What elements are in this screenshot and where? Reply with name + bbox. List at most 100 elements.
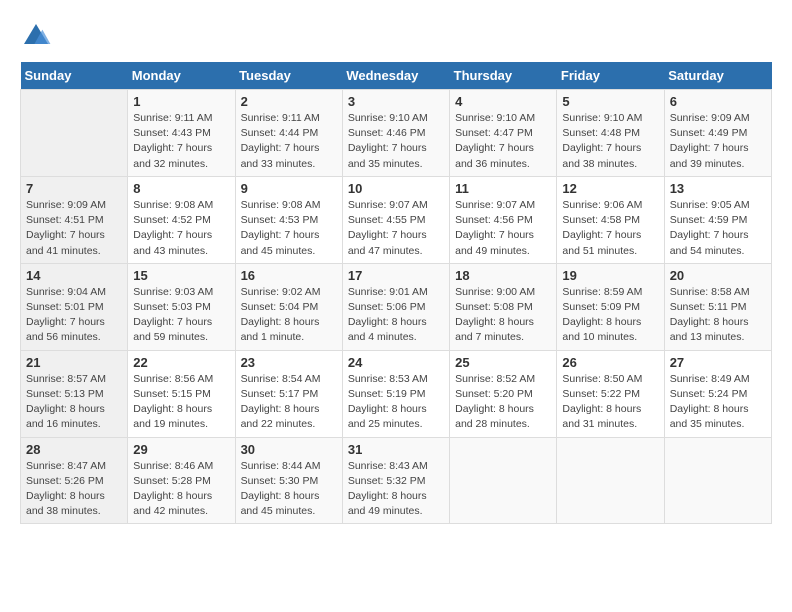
day-info: Sunrise: 9:02 AMSunset: 5:04 PMDaylight:…	[241, 285, 337, 346]
day-info: Sunrise: 9:07 AMSunset: 4:56 PMDaylight:…	[455, 198, 551, 259]
day-info: Sunrise: 8:59 AMSunset: 5:09 PMDaylight:…	[562, 285, 658, 346]
calendar-cell: 3 Sunrise: 9:10 AMSunset: 4:46 PMDaylight…	[342, 90, 449, 177]
calendar-cell: 28Sunrise: 8:47 AMSunset: 5:26 PMDayligh…	[21, 437, 128, 524]
day-number: 4	[455, 94, 551, 109]
week-row-1: 1 Sunrise: 9:11 AMSunset: 4:43 PMDaylight…	[21, 90, 772, 177]
day-number: 20	[670, 268, 766, 283]
day-header-sunday: Sunday	[21, 62, 128, 90]
day-info: Sunrise: 8:44 AMSunset: 5:30 PMDaylight:…	[241, 459, 337, 520]
calendar-cell: 24 Sunrise: 8:53 AMSunset: 5:19 PMDayligh…	[342, 350, 449, 437]
day-number: 23	[241, 355, 337, 370]
day-info: Sunrise: 8:43 AMSunset: 5:32 PMDaylight:…	[348, 459, 444, 520]
day-header-tuesday: Tuesday	[235, 62, 342, 90]
calendar-cell: 15Sunrise: 9:03 AMSunset: 5:03 PMDayligh…	[128, 263, 235, 350]
day-number: 2	[241, 94, 337, 109]
calendar-cell: 21 Sunrise: 8:57 AMSunset: 5:13 PMDayligh…	[21, 350, 128, 437]
day-info: Sunrise: 8:56 AMSunset: 5:15 PMDaylight:…	[133, 372, 229, 433]
day-number: 8	[133, 181, 229, 196]
day-number: 24	[348, 355, 444, 370]
day-header-saturday: Saturday	[664, 62, 771, 90]
day-info: Sunrise: 9:06 AMSunset: 4:58 PMDaylight:…	[562, 198, 658, 259]
day-info: Sunrise: 9:09 AMSunset: 4:49 PMDaylight:…	[670, 111, 766, 172]
day-number: 26	[562, 355, 658, 370]
week-row-3: 14 Sunrise: 9:04 AMSunset: 5:01 PMDayligh…	[21, 263, 772, 350]
calendar-cell	[450, 437, 557, 524]
calendar-cell	[21, 90, 128, 177]
day-number: 28	[26, 442, 122, 457]
day-info: Sunrise: 9:09 AMSunset: 4:51 PMDaylight:…	[26, 198, 122, 259]
calendar-cell: 23 Sunrise: 8:54 AMSunset: 5:17 PMDayligh…	[235, 350, 342, 437]
calendar-cell: 7 Sunrise: 9:09 AMSunset: 4:51 PMDaylight…	[21, 176, 128, 263]
day-number: 10	[348, 181, 444, 196]
day-header-friday: Friday	[557, 62, 664, 90]
day-info: Sunrise: 8:57 AMSunset: 5:13 PMDaylight:…	[26, 372, 122, 433]
calendar-cell: 20 Sunrise: 8:58 AMSunset: 5:11 PMDayligh…	[664, 263, 771, 350]
day-info: Sunrise: 9:04 AMSunset: 5:01 PMDaylight:…	[26, 285, 122, 346]
day-info: Sunrise: 9:01 AMSunset: 5:06 PMDaylight:…	[348, 285, 444, 346]
calendar-cell: 5 Sunrise: 9:10 AMSunset: 4:48 PMDaylight…	[557, 90, 664, 177]
day-info: Sunrise: 8:54 AMSunset: 5:17 PMDaylight:…	[241, 372, 337, 433]
day-number: 19	[562, 268, 658, 283]
day-header-wednesday: Wednesday	[342, 62, 449, 90]
day-number: 11	[455, 181, 551, 196]
calendar-cell	[557, 437, 664, 524]
calendar-cell: 13 Sunrise: 9:05 AMSunset: 4:59 PMDayligh…	[664, 176, 771, 263]
day-number: 16	[241, 268, 337, 283]
day-number: 29	[133, 442, 229, 457]
calendar-cell: 4 Sunrise: 9:10 AMSunset: 4:47 PMDaylight…	[450, 90, 557, 177]
logo-icon	[20, 20, 52, 52]
day-number: 7	[26, 181, 122, 196]
calendar-cell: 19 Sunrise: 8:59 AMSunset: 5:09 PMDayligh…	[557, 263, 664, 350]
day-info: Sunrise: 8:50 AMSunset: 5:22 PMDaylight:…	[562, 372, 658, 433]
day-number: 13	[670, 181, 766, 196]
day-number: 22	[133, 355, 229, 370]
calendar-cell: 22 Sunrise: 8:56 AMSunset: 5:15 PMDayligh…	[128, 350, 235, 437]
week-row-2: 7 Sunrise: 9:09 AMSunset: 4:51 PMDaylight…	[21, 176, 772, 263]
calendar-cell: 8 Sunrise: 9:08 AMSunset: 4:52 PMDaylight…	[128, 176, 235, 263]
week-row-5: 28Sunrise: 8:47 AMSunset: 5:26 PMDayligh…	[21, 437, 772, 524]
day-header-monday: Monday	[128, 62, 235, 90]
day-number: 18	[455, 268, 551, 283]
day-info: Sunrise: 9:10 AMSunset: 4:48 PMDaylight:…	[562, 111, 658, 172]
calendar-cell: 6 Sunrise: 9:09 AMSunset: 4:49 PMDaylight…	[664, 90, 771, 177]
day-header-thursday: Thursday	[450, 62, 557, 90]
calendar-cell	[664, 437, 771, 524]
day-number: 6	[670, 94, 766, 109]
calendar-cell: 10 Sunrise: 9:07 AMSunset: 4:55 PMDayligh…	[342, 176, 449, 263]
calendar-cell: 12 Sunrise: 9:06 AMSunset: 4:58 PMDayligh…	[557, 176, 664, 263]
calendar-cell: 26 Sunrise: 8:50 AMSunset: 5:22 PMDayligh…	[557, 350, 664, 437]
day-info: Sunrise: 8:58 AMSunset: 5:11 PMDaylight:…	[670, 285, 766, 346]
day-info: Sunrise: 9:11 AMSunset: 4:44 PMDaylight:…	[241, 111, 337, 172]
day-number: 27	[670, 355, 766, 370]
day-number: 31	[348, 442, 444, 457]
day-number: 21	[26, 355, 122, 370]
calendar-cell: 18Sunrise: 9:00 AMSunset: 5:08 PMDayligh…	[450, 263, 557, 350]
day-number: 14	[26, 268, 122, 283]
day-number: 15	[133, 268, 229, 283]
day-info: Sunrise: 9:05 AMSunset: 4:59 PMDaylight:…	[670, 198, 766, 259]
day-number: 25	[455, 355, 551, 370]
day-info: Sunrise: 9:07 AMSunset: 4:55 PMDaylight:…	[348, 198, 444, 259]
day-info: Sunrise: 9:08 AMSunset: 4:53 PMDaylight:…	[241, 198, 337, 259]
day-number: 30	[241, 442, 337, 457]
day-number: 1	[133, 94, 229, 109]
calendar-cell: 27Sunrise: 8:49 AMSunset: 5:24 PMDayligh…	[664, 350, 771, 437]
day-number: 9	[241, 181, 337, 196]
day-info: Sunrise: 9:08 AMSunset: 4:52 PMDaylight:…	[133, 198, 229, 259]
day-info: Sunrise: 9:11 AMSunset: 4:43 PMDaylight:…	[133, 111, 229, 172]
day-number: 3	[348, 94, 444, 109]
day-number: 17	[348, 268, 444, 283]
calendar-cell: 30 Sunrise: 8:44 AMSunset: 5:30 PMDayligh…	[235, 437, 342, 524]
calendar-cell: 14 Sunrise: 9:04 AMSunset: 5:01 PMDayligh…	[21, 263, 128, 350]
day-info: Sunrise: 8:52 AMSunset: 5:20 PMDaylight:…	[455, 372, 551, 433]
day-info: Sunrise: 9:10 AMSunset: 4:46 PMDaylight:…	[348, 111, 444, 172]
page-header	[20, 20, 772, 52]
calendar-cell: 1 Sunrise: 9:11 AMSunset: 4:43 PMDaylight…	[128, 90, 235, 177]
day-info: Sunrise: 8:53 AMSunset: 5:19 PMDaylight:…	[348, 372, 444, 433]
day-number: 12	[562, 181, 658, 196]
calendar-cell: 2 Sunrise: 9:11 AMSunset: 4:44 PMDaylight…	[235, 90, 342, 177]
day-info: Sunrise: 9:10 AMSunset: 4:47 PMDaylight:…	[455, 111, 551, 172]
calendar-cell: 17 Sunrise: 9:01 AMSunset: 5:06 PMDayligh…	[342, 263, 449, 350]
day-number: 5	[562, 94, 658, 109]
week-row-4: 21 Sunrise: 8:57 AMSunset: 5:13 PMDayligh…	[21, 350, 772, 437]
